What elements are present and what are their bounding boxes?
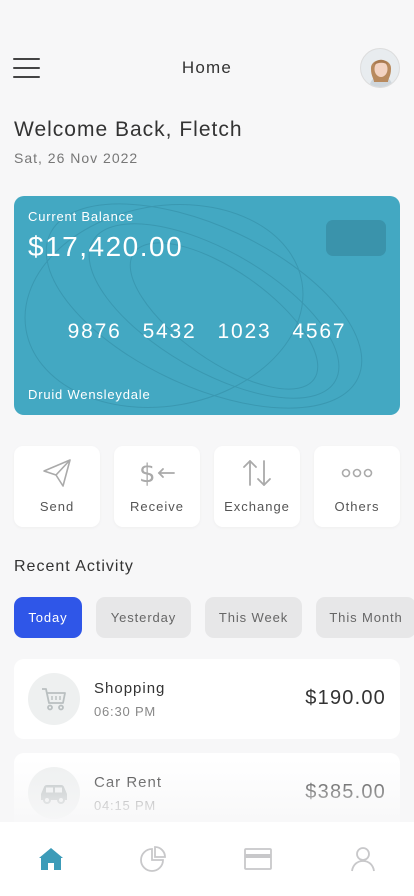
filter-this-week[interactable]: This Week — [205, 597, 302, 638]
shopping-cart-icon — [28, 673, 80, 725]
avatar[interactable] — [360, 48, 400, 88]
pie-chart-icon[interactable] — [138, 844, 168, 874]
paper-plane-icon — [14, 457, 100, 489]
quick-actions: Send $ Receive Exchange Others — [14, 446, 400, 527]
credit-card-icon[interactable] — [243, 844, 273, 874]
filter-this-month[interactable]: This Month — [316, 597, 414, 638]
send-button[interactable]: Send — [14, 446, 100, 527]
card-chip — [326, 220, 386, 256]
transaction-item[interactable]: Car Rent 04:15 PM $385.00 — [14, 753, 400, 833]
card-number: 9876 5432 1023 4567 — [14, 320, 400, 344]
send-label: Send — [39, 499, 75, 514]
activity-filter-tabs: Today Yesterday This Week This Month — [14, 597, 414, 638]
top-bar: Home — [0, 44, 414, 92]
exchange-label: Exchange — [224, 499, 290, 514]
transaction-name: Car Rent — [94, 774, 163, 791]
balance-label: Current Balance — [28, 209, 134, 224]
balance-card[interactable]: Current Balance $17,420.00 9876 5432 102… — [14, 196, 400, 415]
transaction-time: 06:30 PM — [94, 704, 157, 719]
balance-amount: $17,420.00 — [28, 231, 184, 262]
receive-button[interactable]: $ Receive — [114, 446, 200, 527]
bottom-tab-bar — [0, 822, 414, 896]
welcome-greeting: Welcome Back, Fletch — [14, 118, 243, 141]
up-down-arrows-icon — [214, 457, 300, 489]
transaction-item[interactable]: Shopping 06:30 PM $190.00 — [14, 659, 400, 739]
profile-icon[interactable] — [348, 844, 378, 874]
page-title: Home — [181, 58, 233, 77]
filter-yesterday[interactable]: Yesterday — [96, 597, 191, 638]
dollar-arrow-left-icon: $ — [114, 457, 200, 489]
more-dots-icon — [314, 457, 400, 489]
exchange-button[interactable]: Exchange — [214, 446, 300, 527]
filter-today[interactable]: Today — [14, 597, 82, 638]
transaction-time: 04:15 PM — [94, 798, 157, 813]
svg-text:$: $ — [139, 459, 156, 489]
car-icon — [28, 767, 80, 819]
current-date: Sat, 26 Nov 2022 — [14, 150, 139, 166]
transaction-amount: $385.00 — [305, 781, 386, 803]
transaction-amount: $190.00 — [305, 687, 386, 709]
card-number-group: 5432 — [142, 320, 197, 343]
receive-label: Receive — [130, 499, 184, 514]
others-label: Others — [334, 499, 380, 514]
others-button[interactable]: Others — [314, 446, 400, 527]
card-number-group: 1023 — [217, 320, 272, 343]
card-number-group: 9876 — [67, 320, 122, 343]
home-icon[interactable] — [36, 844, 66, 874]
transaction-name: Shopping — [94, 680, 166, 697]
card-holder-name: Druid Wensleydale — [28, 387, 151, 402]
card-number-group: 4567 — [292, 320, 347, 343]
recent-activity-title: Recent Activity — [14, 558, 134, 575]
